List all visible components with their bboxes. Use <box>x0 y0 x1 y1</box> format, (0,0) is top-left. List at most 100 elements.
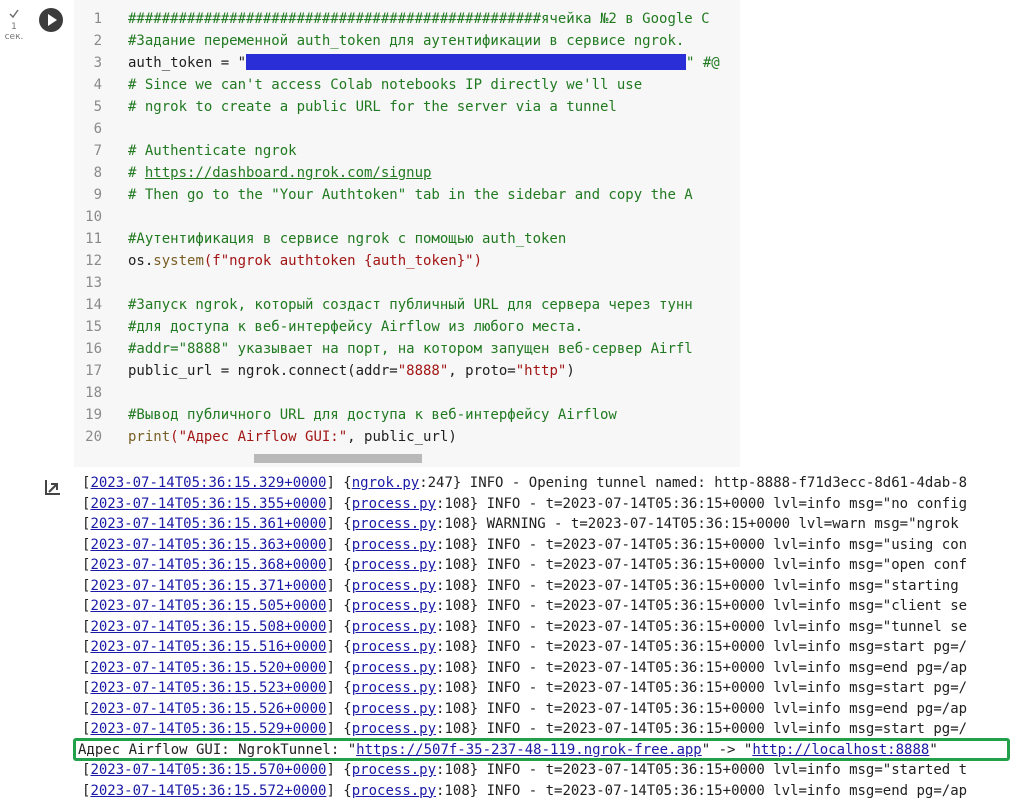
code-text: #Аутентификация в сервисе ngrok с помощь… <box>128 228 566 250</box>
log-source-link[interactable]: process.py <box>352 660 436 676</box>
log-source-link[interactable]: process.py <box>352 598 436 614</box>
bracket: ] { <box>326 721 352 737</box>
log-message: INFO - t=2023-07-14T05:36:15+0000 lvl=in… <box>478 721 968 737</box>
log-source-link[interactable]: process.py <box>352 516 436 532</box>
code-line: 11 #Аутентификация в сервисе ngrok с помо… <box>74 228 740 250</box>
log-source-line: :108 <box>436 721 470 737</box>
log-message: INFO - t=2023-07-14T05:36:15+0000 lvl=in… <box>478 762 968 778</box>
line-number: 20 <box>85 429 102 445</box>
code-line: 14 #Запуск ngrok, который создаст публичн… <box>74 294 740 316</box>
log-timestamp[interactable]: 2023-07-14T05:36:15.361+0000 <box>90 516 326 532</box>
code-token: system <box>153 253 204 269</box>
bracket: } <box>469 577 479 594</box>
log-source-link[interactable]: process.py <box>352 537 436 553</box>
log-timestamp[interactable]: 2023-07-14T05:36:15.572+0000 <box>90 783 326 799</box>
code-editor[interactable]: 1 #######################################… <box>74 0 740 467</box>
log-source-link[interactable]: process.py <box>352 762 436 778</box>
log-message: INFO - t=2023-07-14T05:36:15+0000 lvl=in… <box>478 536 968 553</box>
log-timestamp[interactable]: 2023-07-14T05:36:15.508+0000 <box>90 619 326 635</box>
code-text: ########################################… <box>128 8 710 30</box>
line-number: 19 <box>85 407 102 423</box>
line-number: 10 <box>85 209 102 225</box>
log-timestamp[interactable]: 2023-07-14T05:36:15.363+0000 <box>90 537 326 553</box>
code-line: 3 auth_token = " " #@ <box>74 52 740 74</box>
code-line: 16 #addr="8888" указывает на порт, на кот… <box>74 338 740 360</box>
bracket: ] { <box>326 639 352 655</box>
horizontal-scrollbar[interactable] <box>254 454 422 463</box>
log-timestamp[interactable]: 2023-07-14T05:36:15.505+0000 <box>90 598 326 614</box>
log-source-link[interactable]: process.py <box>352 721 436 737</box>
code-line: 18 <box>74 382 740 404</box>
log-timestamp[interactable]: 2023-07-14T05:36:15.368+0000 <box>90 557 326 573</box>
log-source-link[interactable]: process.py <box>352 680 436 696</box>
log-timestamp[interactable]: 2023-07-14T05:36:15.520+0000 <box>90 660 326 676</box>
code-text: # Authenticate ngrok <box>128 140 297 162</box>
log-message: INFO - t=2023-07-14T05:36:15+0000 lvl=in… <box>478 680 968 696</box>
log-timestamp[interactable]: 2023-07-14T05:36:15.329+0000 <box>90 475 326 491</box>
log-message: INFO - t=2023-07-14T05:36:15+0000 lvl=in… <box>478 495 968 512</box>
log-line: [2023-07-14T05:36:15.529+0000] {process.… <box>82 719 1024 739</box>
log-source-line: :108 <box>436 762 470 778</box>
code-token: " #@ <box>686 55 720 71</box>
log-timestamp[interactable]: 2023-07-14T05:36:15.570+0000 <box>90 762 326 778</box>
execution-count: 1 <box>11 22 17 32</box>
bracket: } <box>469 557 479 573</box>
run-cell-button[interactable] <box>39 8 63 32</box>
log-source-link[interactable]: process.py <box>352 557 436 573</box>
log-source-link[interactable]: process.py <box>352 496 436 512</box>
log-source-line: :108 <box>436 680 470 696</box>
log-message: INFO - t=2023-07-14T05:36:15+0000 lvl=in… <box>478 577 959 594</box>
log-timestamp[interactable]: 2023-07-14T05:36:15.516+0000 <box>90 639 326 655</box>
line-number: 6 <box>93 121 102 137</box>
localhost-link[interactable]: http://localhost:8888 <box>752 742 929 758</box>
code-line: 13 <box>74 272 740 294</box>
line-number: 14 <box>85 297 102 313</box>
code-token: # Then go to the "Your Authtoken" tab in… <box>128 187 693 203</box>
line-number: 4 <box>93 77 102 93</box>
log-source-link[interactable]: ngrok.py <box>352 475 419 491</box>
log-source-link[interactable]: process.py <box>352 783 436 799</box>
line-number: 3 <box>93 55 102 71</box>
log-line: [2023-07-14T05:36:15.523+0000] {process.… <box>82 678 1024 698</box>
log-source-line: :108 <box>436 782 470 799</box>
log-message: WARNING - t=2023-07-14T05:36:15+0000 lvl… <box>478 516 959 532</box>
code-line: 12 os.system(f"ngrok authtoken {auth_toke… <box>74 250 740 272</box>
log-message: INFO - t=2023-07-14T05:36:15+0000 lvl=in… <box>478 700 968 717</box>
code-text: # https://dashboard.ngrok.com/signup <box>128 162 431 184</box>
code-token: # <box>128 165 145 181</box>
log-source-line: :108 <box>436 516 470 532</box>
log-timestamp[interactable]: 2023-07-14T05:36:15.526+0000 <box>90 701 326 717</box>
log-source-line: :108 <box>436 700 470 717</box>
code-line: 15 #для доступа к веб-интерфейсу Airflow … <box>74 316 740 338</box>
code-text: #Запуск ngrok, который создаст публичный… <box>128 294 693 316</box>
execution-time: 1 сек. <box>0 22 28 42</box>
code-line: 19 #Вывод публичного URL для доступа к ве… <box>74 404 740 426</box>
bracket: } <box>469 762 479 778</box>
code-text: # Then go to the "Your Authtoken" tab in… <box>128 184 693 206</box>
code-token: #Задание переменной auth_token для аутен… <box>128 33 685 49</box>
log-source-link[interactable]: process.py <box>352 619 436 635</box>
code-token: os. <box>128 253 154 269</box>
bracket: ] { <box>326 680 352 696</box>
public-url-link[interactable]: https://507f-35-237-48-119.ngrok-free.ap… <box>356 742 702 758</box>
signup-link[interactable]: https://dashboard.ngrok.com/signup <box>145 165 432 181</box>
log-source-link[interactable]: process.py <box>352 701 436 717</box>
bracket: ] { <box>326 598 352 614</box>
log-timestamp[interactable]: 2023-07-14T05:36:15.371+0000 <box>90 578 326 594</box>
line-number: 11 <box>85 231 102 247</box>
line-number: 13 <box>85 275 102 291</box>
code-text: public_url = ngrok.connect(addr="8888", … <box>128 360 575 382</box>
log-source-link[interactable]: process.py <box>352 639 436 655</box>
log-timestamp[interactable]: 2023-07-14T05:36:15.355+0000 <box>90 496 326 512</box>
bracket: ] { <box>326 557 352 573</box>
code-line: 4 # Since we can't access Colab notebooks… <box>74 74 740 96</box>
line-number: 1 <box>93 11 102 27</box>
log-source-link[interactable]: process.py <box>352 578 436 594</box>
bracket: } <box>469 782 479 799</box>
bracket: } <box>469 618 479 635</box>
output-icon[interactable] <box>43 478 63 496</box>
log-timestamp[interactable]: 2023-07-14T05:36:15.529+0000 <box>90 721 326 737</box>
log-timestamp[interactable]: 2023-07-14T05:36:15.523+0000 <box>90 680 326 696</box>
line-number: 7 <box>93 143 102 159</box>
code-text: os.system(f"ngrok authtoken {auth_token}… <box>128 250 482 272</box>
